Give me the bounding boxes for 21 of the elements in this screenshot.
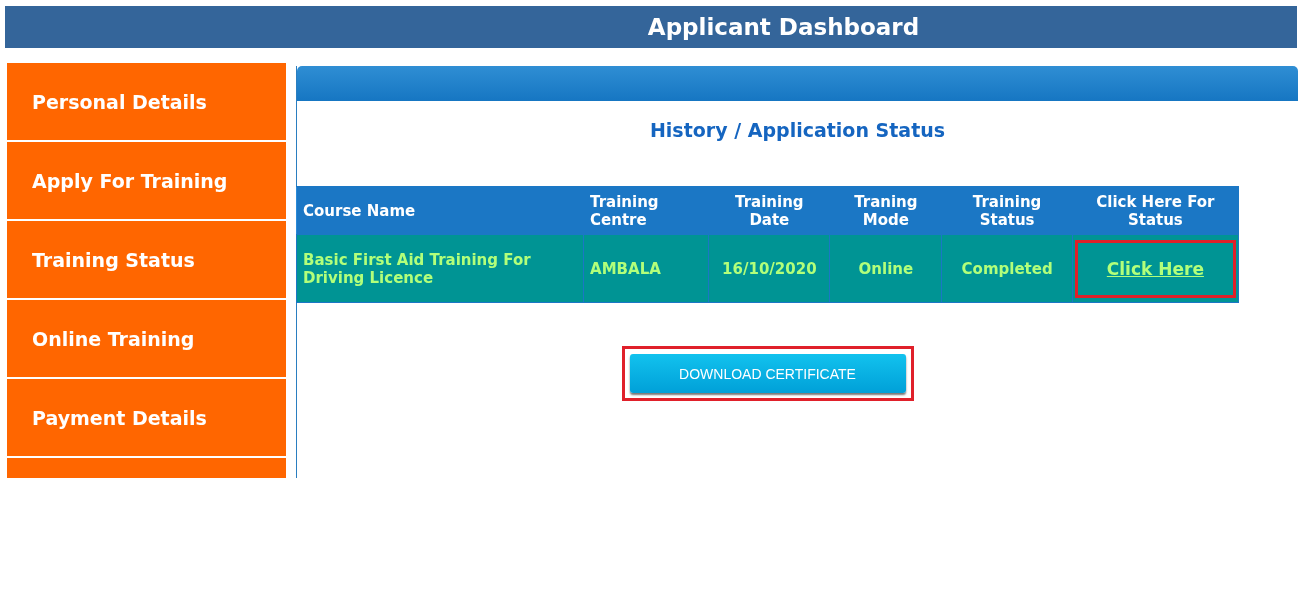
column-header: Click Here For Status xyxy=(1072,186,1239,235)
download-certificate-button[interactable]: DOWNLOAD CERTIFICATE xyxy=(629,354,906,393)
sidebar-item[interactable]: Online Training xyxy=(7,300,286,377)
column-header: Training Date xyxy=(708,186,830,235)
column-header: Training Centre xyxy=(583,186,709,235)
sidebar-item[interactable]: Payment Details xyxy=(7,379,286,456)
table-cell: 16/10/2020 xyxy=(708,234,830,303)
sidebar-item[interactable]: Training Status xyxy=(7,221,286,298)
sidebar-tab[interactable] xyxy=(7,458,286,478)
table-cell: AMBALA xyxy=(583,234,709,303)
sidebar-item[interactable]: Personal Details xyxy=(7,63,286,140)
table-cell: Basic First Aid Training For Driving Licence xyxy=(296,234,584,303)
table-cell: Completed xyxy=(941,234,1073,303)
status-link[interactable]: Click Here xyxy=(1106,259,1204,278)
column-header: Training Status xyxy=(941,186,1073,235)
dashboard-header: Applicant Dashboard xyxy=(5,6,1297,48)
column-header: Traning Mode xyxy=(829,186,942,235)
column-header: Course Name xyxy=(296,186,584,235)
sidebar-item[interactable]: Apply For Training xyxy=(7,142,286,219)
table-cell: Online xyxy=(829,234,942,303)
panel-title: History / Application Status xyxy=(649,119,946,141)
